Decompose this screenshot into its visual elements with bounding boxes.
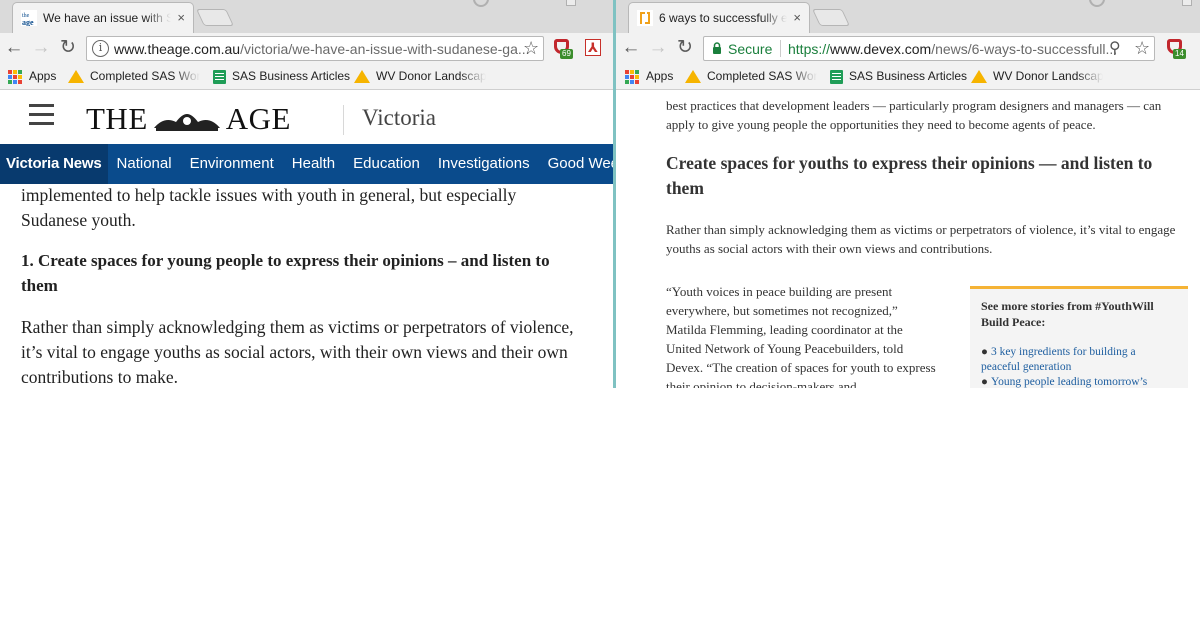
back-arrow-icon[interactable]: ←: [621, 37, 641, 59]
bookmark-wv-donor-landscape[interactable]: WV Donor Landscape: [354, 68, 486, 86]
bookmark-sas-business-articles[interactable]: SAS Business Articles: [213, 68, 350, 86]
bookmark-star-icon[interactable]: ☆: [1134, 38, 1150, 59]
profile-icon[interactable]: [1089, 0, 1105, 7]
article-subheading: 1. Create spaces for young people to exp…: [21, 251, 550, 295]
pdf-extension-icon[interactable]: ⅄: [585, 39, 601, 56]
tab-strip: 6 ways to successfully engage ×: [616, 0, 1200, 33]
apps-grid-icon: [8, 69, 22, 84]
forward-arrow-icon[interactable]: →: [31, 37, 51, 59]
address-bar[interactable]: i www.theage.com.au/victoria/we-have-an-…: [86, 36, 544, 61]
window-restore-button[interactable]: [1182, 0, 1192, 6]
bookmarks-bar: Apps Completed SAS Work SAS Business Art…: [0, 63, 613, 90]
related-stories-box: See more stories from #YouthWill Build P…: [970, 286, 1188, 388]
article-subheading: Create spaces for youths to express thei…: [666, 153, 1153, 198]
search-icon[interactable]: ⚲: [1109, 38, 1121, 58]
article-paragraph: Rather than simply acknowledging them as…: [21, 317, 574, 387]
tab-the-age[interactable]: the age We have an issue with Sudanese ×: [12, 2, 194, 33]
tab-title: 6 ways to successfully engage: [659, 11, 787, 25]
google-drive-icon: [685, 70, 701, 84]
section-title[interactable]: Victoria: [362, 105, 436, 131]
url-text[interactable]: https://www.devex.com/news/6-ways-to-suc…: [788, 41, 1117, 57]
nav-investigations[interactable]: Investigations: [429, 144, 539, 184]
bookmark-completed-sas-work[interactable]: Completed SAS Work: [68, 68, 200, 86]
the-age-favicon-icon: the age: [21, 10, 37, 26]
reload-icon[interactable]: ↻: [58, 37, 78, 59]
hamburger-menu-icon[interactable]: [29, 104, 54, 126]
tab-close-icon[interactable]: ×: [793, 10, 801, 26]
bookmark-apps[interactable]: Apps: [8, 68, 56, 86]
bookmark-star-icon[interactable]: ☆: [523, 38, 539, 59]
nav-national[interactable]: National: [108, 144, 181, 184]
tab-close-icon[interactable]: ×: [177, 10, 185, 26]
google-sheets-icon: [830, 69, 843, 84]
bookmark-apps[interactable]: Apps: [625, 68, 673, 86]
nav-victoria-news[interactable]: Victoria News: [0, 144, 108, 184]
browser-window-right: 6 ways to successfully engage × ← → ↻ Se…: [616, 0, 1200, 388]
omnibox-separator: [780, 40, 781, 57]
lock-icon: [713, 42, 721, 54]
article-quote: “Youth voices in peace building are pres…: [666, 284, 936, 388]
site-header: THE AGE Victoria: [0, 91, 613, 144]
section-nav: Victoria News National Environment Health Ed…: [0, 144, 613, 184]
related-story-link[interactable]: ● 3 key ingredients for building a peacef…: [981, 345, 1177, 375]
extension-shield-icon[interactable]: 14: [1165, 37, 1187, 59]
secure-label: Secure: [728, 41, 773, 57]
bookmark-wv-donor-landscape[interactable]: WV Donor Landscape: [971, 68, 1103, 86]
forward-arrow-icon[interactable]: →: [648, 37, 668, 59]
nav-good-weekend[interactable]: Good Weekend: [539, 144, 613, 184]
bookmarks-bar: Apps Completed SAS Work SAS Business Art…: [616, 63, 1200, 90]
address-bar[interactable]: Secure https://www.devex.com/news/6-ways…: [703, 36, 1155, 61]
article-body: implemented to help tackle issues with y…: [21, 183, 581, 388]
browser-window-left: the age We have an issue with Sudanese ×…: [0, 0, 613, 388]
bookmark-sas-business-articles[interactable]: SAS Business Articles: [830, 68, 967, 86]
extension-badge-count: 14: [1173, 49, 1186, 59]
nav-health[interactable]: Health: [283, 144, 344, 184]
related-story-link[interactable]: ● Young people leading tomorrow’s: [981, 375, 1177, 388]
google-drive-icon: [68, 70, 84, 84]
nav-education[interactable]: Education: [344, 144, 429, 184]
header-divider: [343, 105, 344, 135]
toolbar: ← → ↻ i www.theage.com.au/victoria/we-ha…: [0, 33, 613, 63]
bookmark-completed-sas-work[interactable]: Completed SAS Work: [685, 68, 817, 86]
crest-icon: [153, 113, 220, 131]
apps-grid-icon: [625, 69, 639, 84]
article-paragraph: implemented to help tackle issues with y…: [21, 185, 517, 230]
devex-favicon-icon: [637, 10, 653, 26]
the-age-logo[interactable]: THE AGE: [86, 101, 291, 137]
toolbar: ← → ↻ Secure https://www.devex.com/news/…: [616, 33, 1200, 63]
window-restore-button[interactable]: [566, 0, 576, 6]
google-sheets-icon: [213, 69, 226, 84]
new-tab-button[interactable]: [812, 9, 850, 26]
article-paragraph: best practices that development leaders …: [666, 98, 1162, 132]
profile-icon[interactable]: [473, 0, 489, 7]
back-arrow-icon[interactable]: ←: [4, 37, 24, 59]
related-stories-title: See more stories from #YouthWill Build P…: [981, 299, 1154, 329]
reload-icon[interactable]: ↻: [675, 37, 695, 59]
extension-badge-count: 69: [560, 49, 573, 59]
tab-title: We have an issue with Sudanese: [43, 11, 171, 25]
google-drive-icon: [971, 70, 987, 84]
info-icon[interactable]: i: [92, 40, 109, 57]
article-body: best practices that development leaders …: [666, 96, 1188, 258]
article-paragraph: Rather than simply acknowledging them as…: [666, 222, 1176, 256]
tab-strip: the age We have an issue with Sudanese ×: [0, 0, 613, 33]
new-tab-button[interactable]: [196, 9, 234, 26]
google-drive-icon: [354, 70, 370, 84]
nav-environment[interactable]: Environment: [181, 144, 283, 184]
url-text[interactable]: www.theage.com.au/victoria/we-have-an-is…: [114, 41, 530, 57]
extension-shield-icon[interactable]: 69: [552, 37, 574, 59]
svg-text:age: age: [22, 18, 34, 26]
tab-devex[interactable]: 6 ways to successfully engage ×: [628, 2, 810, 33]
